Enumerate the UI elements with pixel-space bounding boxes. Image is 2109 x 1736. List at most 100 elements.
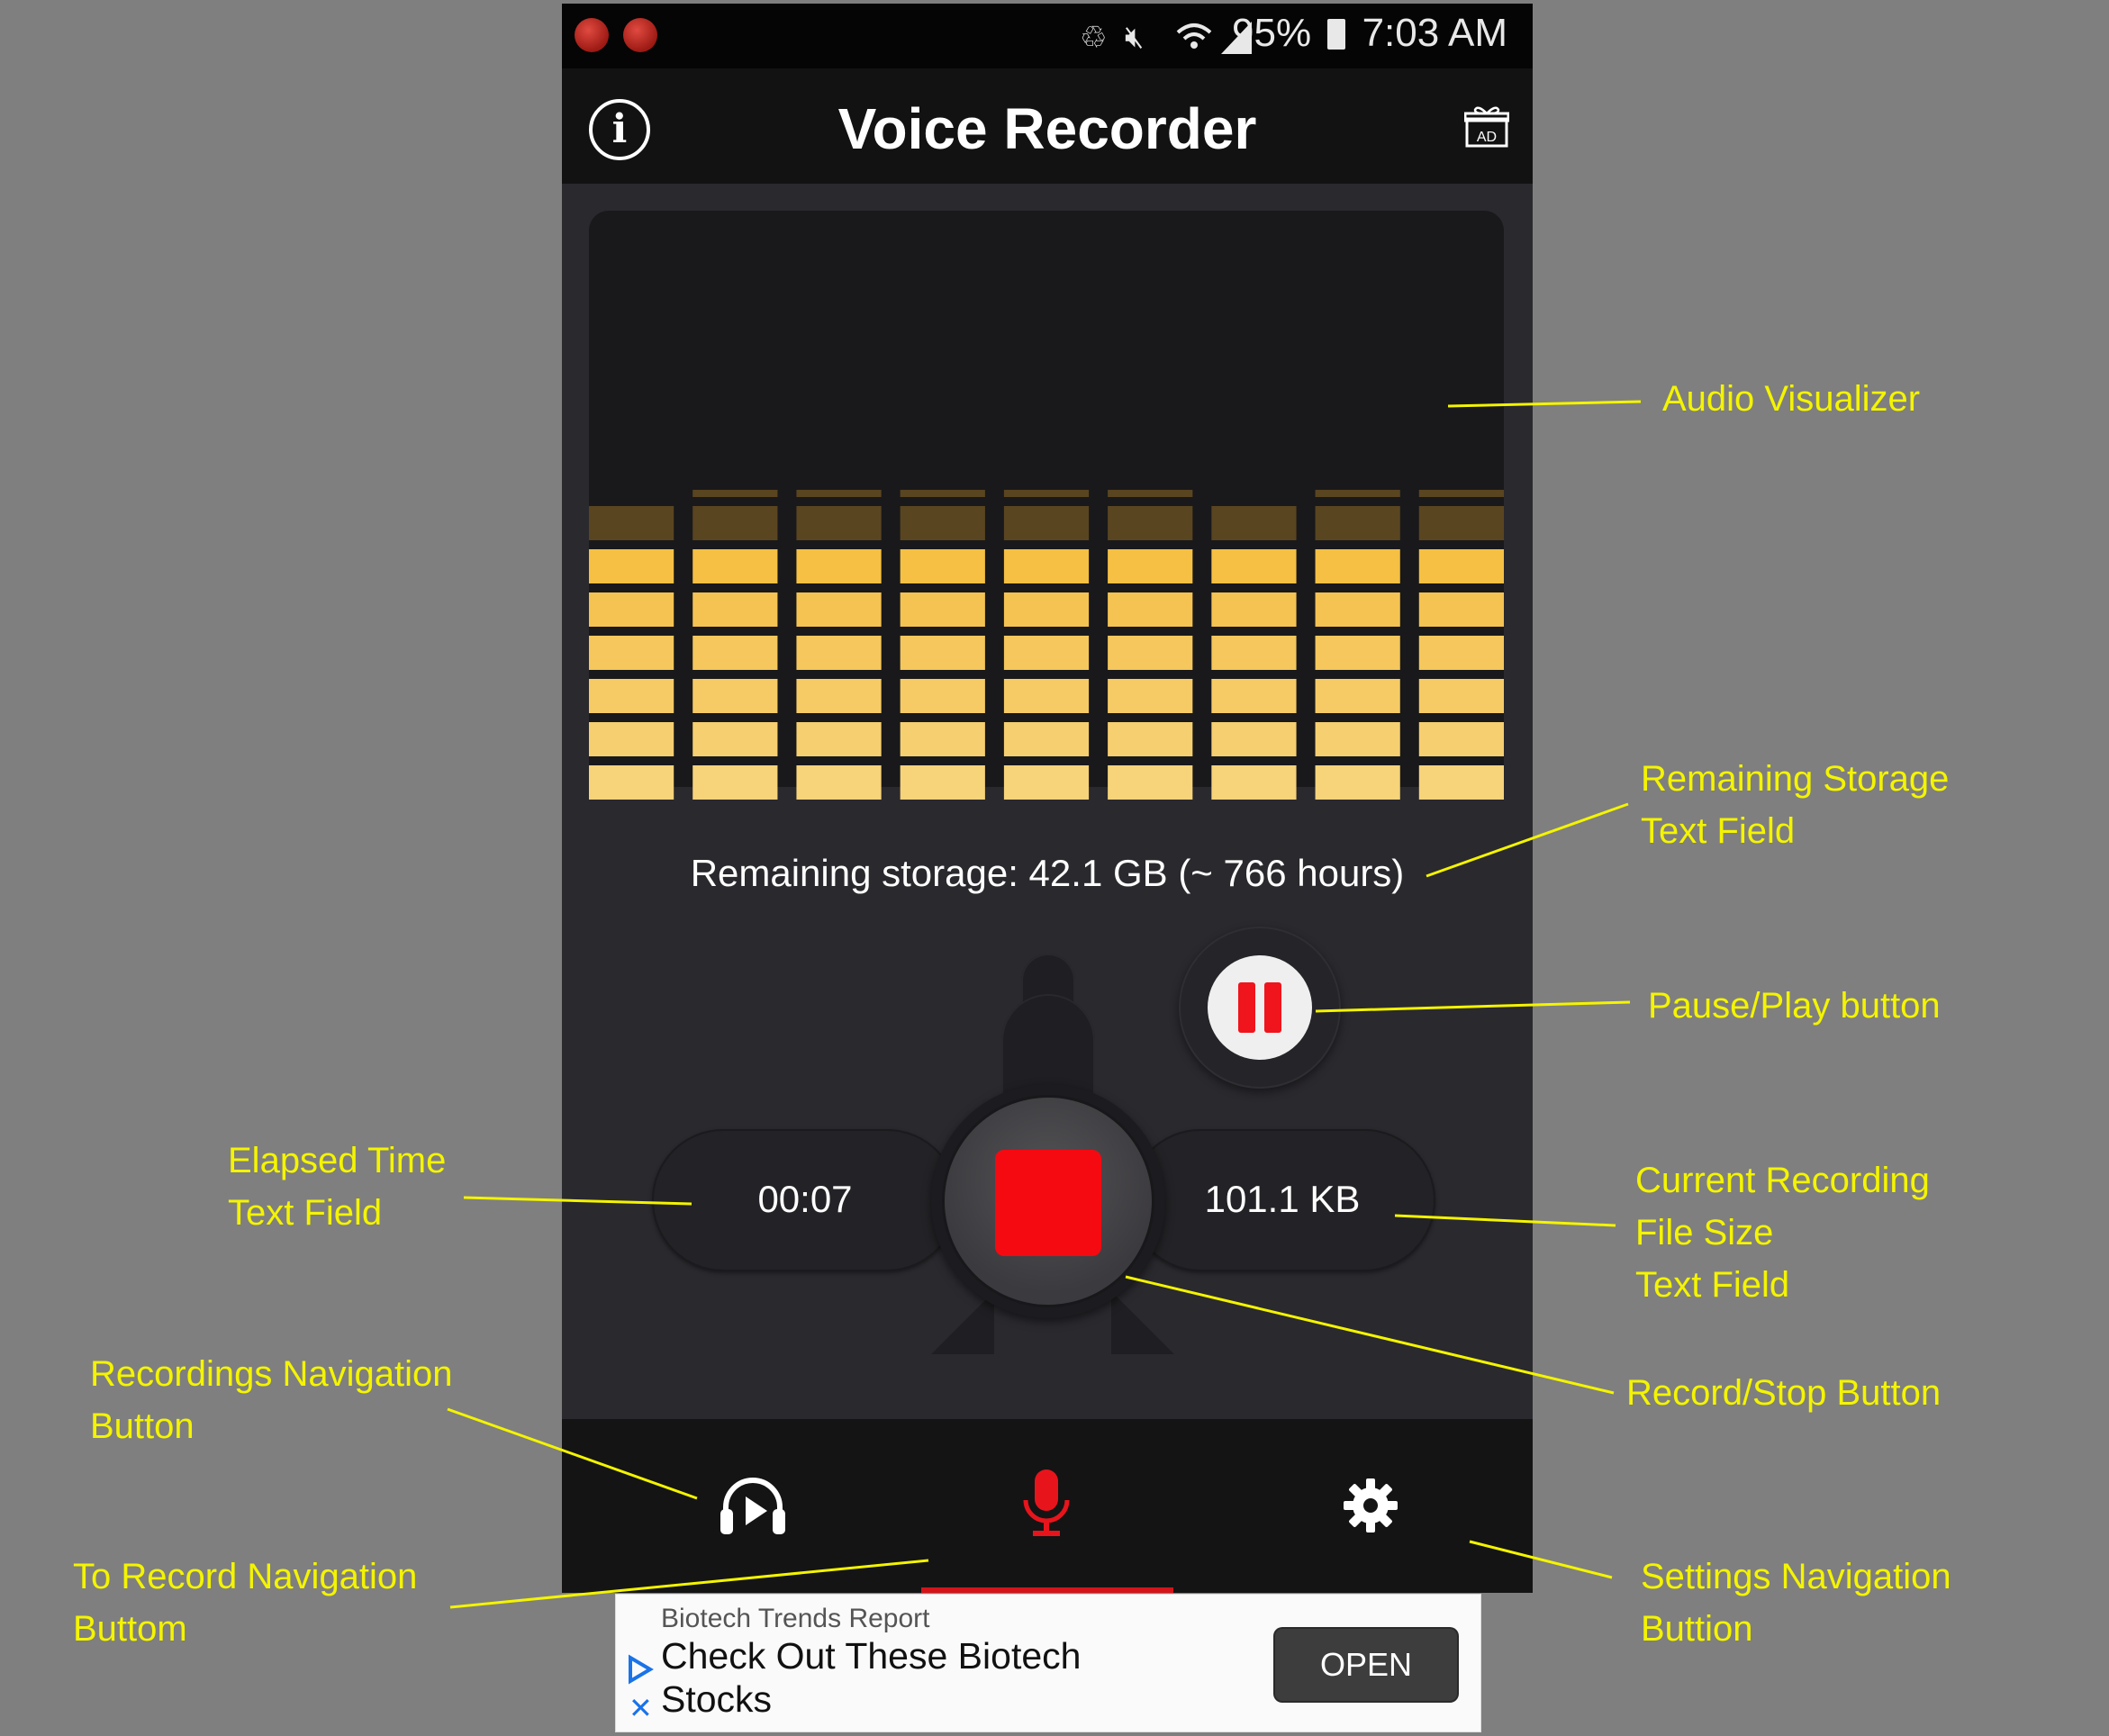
visualizer-segment	[796, 765, 882, 800]
phone-screen: ♲ 🔇︎ 95% 7:03 AM i Voice Recorder AD Rem…	[562, 4, 1533, 1593]
visualizer-segment	[692, 490, 778, 497]
stop-icon	[995, 1150, 1101, 1256]
visualizer-segment	[796, 490, 882, 497]
annotation-remaining-storage: Text Field	[1641, 811, 1796, 851]
visualizer-segment	[900, 506, 985, 540]
annotation-recordings-nav: Button	[90, 1406, 195, 1446]
visualizer-segment	[900, 549, 985, 583]
close-icon[interactable]: ✕	[629, 1694, 653, 1722]
visualizer-segment	[1003, 506, 1090, 540]
recordings-nav-button[interactable]	[562, 1419, 885, 1593]
gift-ad-icon[interactable]: AD	[1464, 104, 1509, 149]
visualizer-segment	[692, 506, 778, 540]
visualizer-segment	[1108, 679, 1193, 713]
ad-headline[interactable]: Check Out These Biotech Stocks	[661, 1634, 1165, 1721]
visualizer-segment	[1315, 490, 1400, 497]
visualizer-segment	[900, 490, 985, 497]
visualizer-segment	[1211, 549, 1297, 583]
battery-icon	[1327, 19, 1346, 50]
record-nav-button[interactable]	[885, 1419, 1208, 1593]
visualizer-segment	[900, 636, 985, 670]
annotation-recordings-nav: Recordings Navigation	[90, 1354, 453, 1394]
visualizer-segment	[589, 549, 674, 583]
annotation-audio-visualizer: Audio Visualizer	[1662, 379, 1921, 419]
ad-choices-icon[interactable]	[627, 1654, 654, 1685]
visualizer-segment	[1003, 679, 1090, 713]
clock: 7:03 AM	[1362, 11, 1507, 55]
visualizer-segment	[1211, 592, 1297, 627]
visualizer-segment	[900, 765, 985, 800]
recycle-icon: ♲	[1080, 21, 1108, 55]
annotation-file-size: File Size	[1635, 1213, 1774, 1252]
notification-icon	[575, 18, 609, 52]
ad-open-button[interactable]: OPEN	[1275, 1629, 1457, 1701]
visualizer-segment	[1418, 592, 1504, 627]
visualizer-segment	[1418, 679, 1504, 713]
visualizer-segment	[1003, 490, 1090, 497]
visualizer-segment	[589, 636, 674, 670]
annotation-to-record-nav: Buttom	[73, 1609, 187, 1649]
bottom-navigation	[562, 1419, 1533, 1593]
visualizer-segment	[1108, 592, 1193, 627]
visualizer-segment	[1108, 765, 1193, 800]
file-size-text: 101.1 KB	[1204, 1178, 1361, 1220]
file-size-pill: 101.1 KB	[1129, 1129, 1435, 1271]
app-bar: i Voice Recorder AD	[562, 68, 1533, 184]
headphones-play-icon	[720, 1478, 785, 1534]
visualizer-segment	[1211, 722, 1297, 756]
visualizer-segment	[692, 636, 778, 670]
visualizer-segment	[589, 765, 674, 800]
battery-percent: 95%	[1232, 11, 1312, 55]
visualizer-segment	[900, 679, 985, 713]
svg-text:AD: AD	[1477, 130, 1497, 145]
pause-icon	[1264, 982, 1281, 1033]
visualizer-segment	[589, 679, 674, 713]
visualizer-segment	[1108, 636, 1193, 670]
active-tab-indicator	[921, 1587, 1173, 1593]
annotation-file-size: Text Field	[1635, 1265, 1790, 1305]
visualizer-segment	[796, 679, 882, 713]
mic-stand-base	[931, 1291, 994, 1354]
status-bar: ♲ 🔇︎ 95% 7:03 AM	[562, 4, 1533, 68]
pause-button-ring	[1179, 927, 1341, 1089]
record-stop-button[interactable]	[945, 1098, 1152, 1305]
visualizer-segment	[1418, 636, 1504, 670]
notification-icon	[623, 18, 657, 52]
visualizer-segment	[1003, 636, 1090, 670]
mute-icon: 🔇︎	[1125, 20, 1145, 54]
annotation-to-record-nav: To Record Navigation	[73, 1557, 418, 1596]
app-title: Voice Recorder	[837, 96, 1257, 161]
annotation-elapsed-time: Text Field	[228, 1193, 383, 1233]
remaining-storage-text: Remaining storage: 42.1 GB (~ 766 hours)	[690, 852, 1405, 894]
visualizer-segment	[1003, 592, 1090, 627]
ad-banner[interactable]: Biotech Trends Report Check Out These Bi…	[616, 1595, 1480, 1731]
pause-icon	[1238, 982, 1255, 1033]
visualizer-segment	[589, 592, 674, 627]
visualizer-segment	[796, 506, 882, 540]
mic-stand-base	[1111, 1291, 1174, 1354]
visualizer-segment	[692, 722, 778, 756]
visualizer-segment	[1108, 722, 1193, 756]
settings-nav-button[interactable]	[1208, 1419, 1532, 1593]
visualizer-segment	[1211, 506, 1297, 540]
visualizer-segment	[796, 549, 882, 583]
visualizer-segment	[796, 592, 882, 627]
annotation-elapsed-time: Elapsed Time	[228, 1141, 447, 1180]
microphone-icon	[1023, 1469, 1070, 1536]
visualizer-segment	[692, 679, 778, 713]
annotation-settings-nav: Buttion	[1641, 1609, 1753, 1649]
visualizer-segment	[900, 592, 985, 627]
visualizer-segment	[1003, 765, 1090, 800]
visualizer-segment	[1315, 765, 1400, 800]
visualizer-segment	[692, 549, 778, 583]
pause-play-button[interactable]	[1208, 955, 1312, 1060]
visualizer-segment	[1315, 636, 1400, 670]
elapsed-time-text: 00:07	[757, 1178, 853, 1220]
visualizer-segment	[1315, 549, 1400, 583]
visualizer-segment	[692, 592, 778, 627]
visualizer-segment	[1418, 722, 1504, 756]
annotation-settings-nav: Settings Navigation	[1641, 1557, 1951, 1596]
visualizer-segment	[1003, 549, 1090, 583]
record-button-ring	[931, 1084, 1165, 1318]
annotation-file-size: Current Recording	[1635, 1161, 1930, 1200]
